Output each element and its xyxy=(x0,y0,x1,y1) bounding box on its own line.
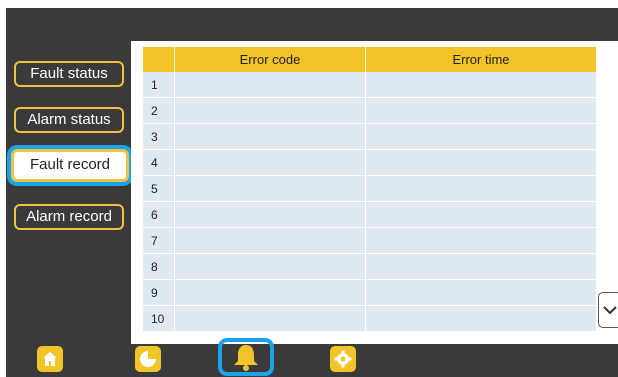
gear-icon xyxy=(334,350,352,368)
scroll-down-button[interactable] xyxy=(598,292,618,328)
table-row: 8 xyxy=(143,253,597,280)
table-row: 4 xyxy=(143,149,597,176)
row-index: 5 xyxy=(143,175,175,202)
table-row: 2 xyxy=(143,97,597,124)
row-index: 2 xyxy=(143,97,175,124)
error-code-cell xyxy=(174,279,366,306)
error-code-cell xyxy=(174,305,366,332)
row-index: 7 xyxy=(143,227,175,254)
error-code-cell xyxy=(174,97,366,124)
alarm-record-button[interactable]: Alarm record xyxy=(14,204,124,230)
error-time-cell xyxy=(365,72,597,98)
error-code-cell xyxy=(174,227,366,254)
error-code-cell xyxy=(174,123,366,150)
row-index: 6 xyxy=(143,201,175,228)
error-time-cell xyxy=(365,149,597,176)
row-index: 9 xyxy=(143,279,175,306)
table-row: 9 xyxy=(143,279,597,306)
pie-chart-icon xyxy=(140,351,156,367)
row-index: 8 xyxy=(143,253,175,280)
table-header-row: Error code Error time xyxy=(143,47,597,72)
nav-chart-button[interactable] xyxy=(135,346,161,372)
table-row: 7 xyxy=(143,227,597,254)
home-icon xyxy=(43,352,57,366)
chevron-down-icon xyxy=(603,306,617,315)
error-time-cell xyxy=(365,97,597,124)
error-code-cell xyxy=(174,201,366,228)
row-index: 4 xyxy=(143,149,175,176)
nav-settings-button[interactable] xyxy=(330,346,356,372)
error-time-cell xyxy=(365,175,597,202)
nav-home-button[interactable] xyxy=(37,346,63,372)
error-code-cell xyxy=(174,72,366,98)
row-index: 3 xyxy=(143,123,175,150)
error-code-header: Error code xyxy=(174,47,366,72)
table-row: 6 xyxy=(143,201,597,228)
error-time-cell xyxy=(365,253,597,280)
fault-status-button[interactable]: Fault status xyxy=(14,61,124,87)
table-row: 3 xyxy=(143,123,597,150)
hmi-screen: Fault status Alarm status Fault record A… xyxy=(6,8,618,377)
row-index: 1 xyxy=(143,72,175,98)
error-code-cell xyxy=(174,253,366,280)
fault-record-table: Error code Error time 1 2 3 4 5 6 7 8 9 10 xyxy=(143,47,597,332)
table-row: 1 xyxy=(143,72,597,98)
alarm-status-button[interactable]: Alarm status xyxy=(14,107,124,133)
table-row: 10 xyxy=(143,305,597,332)
bell-icon xyxy=(234,345,258,371)
error-time-cell xyxy=(365,123,597,150)
fault-record-button[interactable]: Fault record xyxy=(11,149,129,182)
error-time-header: Error time xyxy=(365,47,597,72)
nav-alarm-button[interactable] xyxy=(222,342,270,372)
error-code-cell xyxy=(174,149,366,176)
error-time-cell xyxy=(365,305,597,332)
error-time-cell xyxy=(365,227,597,254)
row-index: 10 xyxy=(143,305,175,332)
error-time-cell xyxy=(365,201,597,228)
error-code-cell xyxy=(174,175,366,202)
index-header xyxy=(143,47,175,72)
error-time-cell xyxy=(365,279,597,306)
table-row: 5 xyxy=(143,175,597,202)
fault-record-panel: Error code Error time 1 2 3 4 5 6 7 8 9 10 xyxy=(131,41,618,344)
